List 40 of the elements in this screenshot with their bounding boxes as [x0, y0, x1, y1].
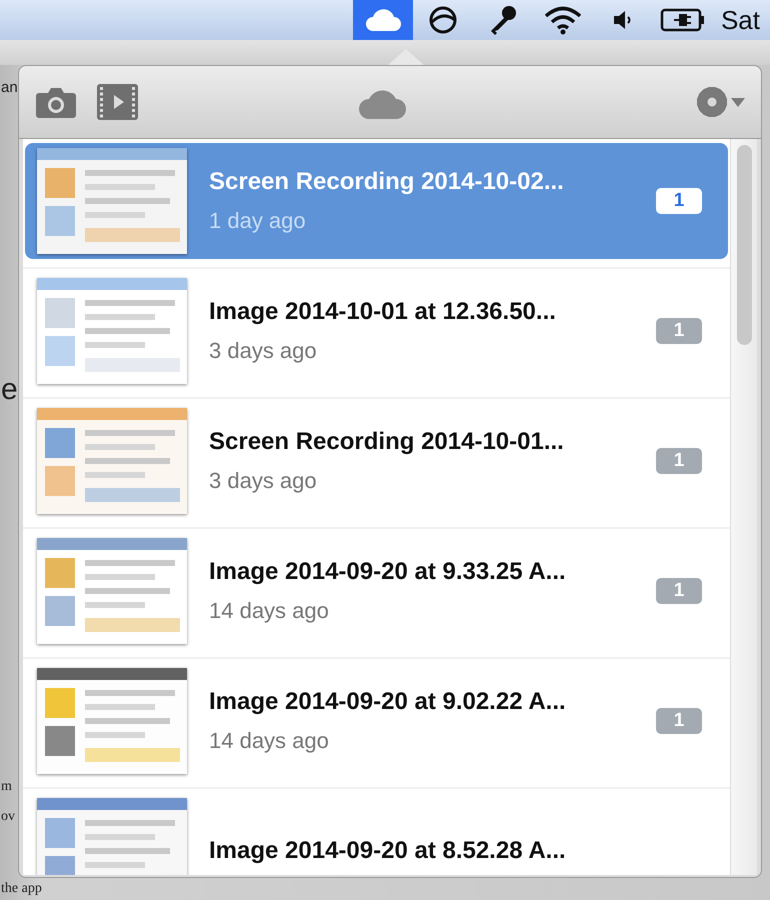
list-item[interactable]: Image 2014-09-20 at 9.02.22 A... 14 days ago 1 — [25, 663, 728, 779]
film-icon — [97, 83, 138, 121]
item-title: Screen Recording 2014-10-02... — [209, 168, 565, 196]
list-item[interactable]: Image 2014-09-20 at 8.52.28 A... — [25, 793, 728, 875]
item-age: 3 days ago — [209, 338, 318, 364]
video-button[interactable] — [97, 83, 138, 121]
item-title: Image 2014-09-20 at 9.02.22 A... — [209, 688, 567, 716]
item-title: Image 2014-10-01 at 12.36.50... — [209, 298, 557, 326]
list-item[interactable]: Image 2014-10-01 at 12.36.50... 3 days ago 1 — [25, 273, 728, 389]
item-title: Image 2014-09-20 at 8.52.28 A... — [209, 837, 567, 865]
circle-icon[interactable] — [428, 5, 458, 35]
item-age: 1 day ago — [209, 208, 307, 234]
battery-icon[interactable] — [660, 7, 706, 33]
list-item[interactable]: Screen Recording 2014-10-01... 3 days ago 1 — [25, 403, 728, 519]
camera-icon — [35, 85, 77, 119]
clock-text: Sat — [720, 4, 760, 36]
list-item[interactable]: Screen Recording 2014-10-02... 1 day ago 1 — [25, 143, 728, 259]
settings-button[interactable] — [697, 87, 745, 117]
page-text: an — [1, 80, 18, 95]
page-text: e — [1, 375, 18, 405]
item-age: 14 days ago — [209, 598, 330, 624]
count-badge: 1 — [656, 318, 702, 344]
count-badge: 1 — [656, 188, 702, 214]
item-age: 3 days ago — [209, 468, 318, 494]
count-badge: 1 — [656, 708, 702, 734]
count-badge: 1 — [656, 448, 702, 474]
settings-icon — [697, 87, 727, 117]
item-title: Image 2014-09-20 at 9.33.25 A... — [209, 558, 567, 586]
wifi-icon[interactable] — [542, 5, 583, 35]
caret-icon — [731, 97, 745, 107]
camera-button[interactable] — [35, 85, 77, 119]
menu-bar-item[interactable] — [352, 0, 413, 40]
page-text: the app — [1, 882, 42, 896]
count-badge: 1 — [656, 578, 702, 604]
page-text: m — [1, 780, 12, 794]
list-item[interactable]: Image 2014-09-20 at 9.33.25 A... 14 days ago 1 — [25, 533, 728, 649]
item-age: 14 days ago — [209, 728, 330, 754]
page-text: ov — [1, 810, 15, 824]
item-title: Screen Recording 2014-10-01... — [209, 428, 565, 456]
scrollbar-thumb[interactable] — [736, 145, 752, 345]
